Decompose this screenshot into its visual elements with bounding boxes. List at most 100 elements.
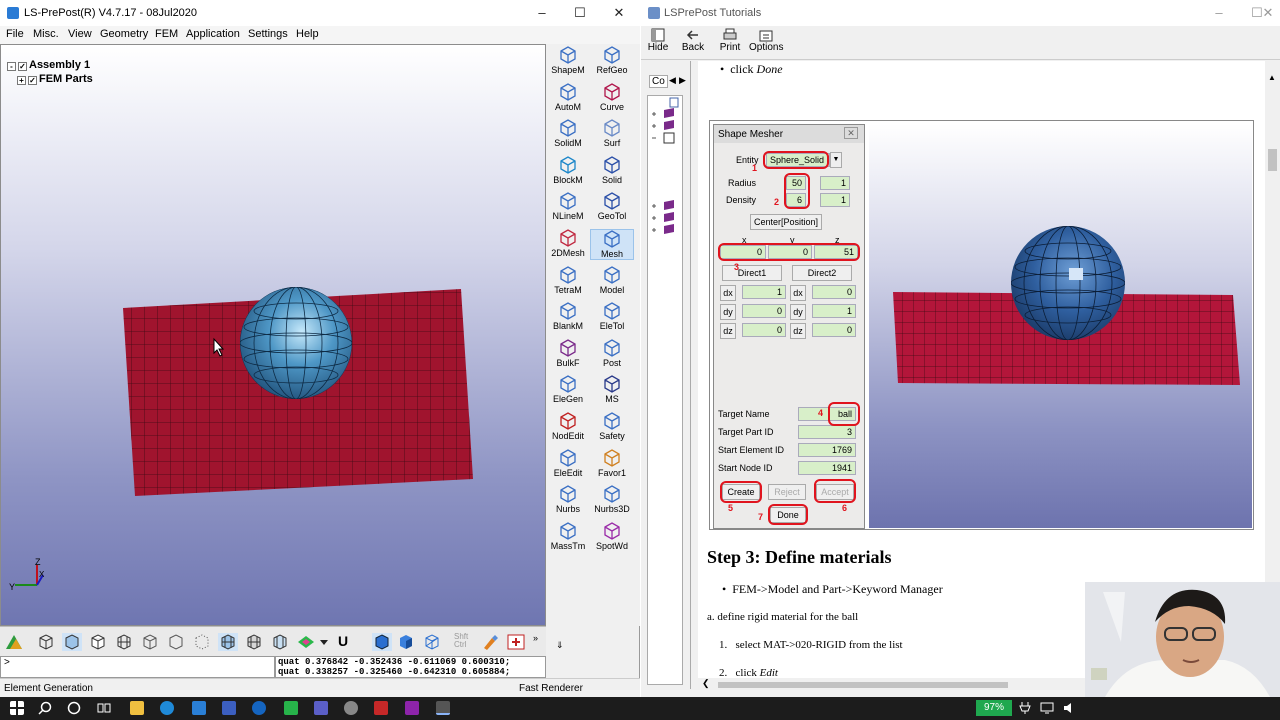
tool-eleedit-button[interactable]: EleEdit [546,448,590,478]
dy2-button[interactable]: dy [790,304,806,320]
tool-curve-button[interactable]: Curve [590,82,634,112]
battery-indicator[interactable]: 97% [976,700,1012,716]
tool-surf-button[interactable]: Surf [590,119,634,148]
dx2-button[interactable]: dx [790,285,806,301]
box-view-icon[interactable] [396,633,416,651]
tool-safety-button[interactable]: Safety [590,412,634,441]
tool-geotol-button[interactable]: GeoTol [590,192,634,221]
view-iso-icon[interactable] [4,633,24,651]
task-view-icon[interactable] [97,701,111,715]
video-app-icon[interactable] [405,701,419,715]
start-node-input[interactable]: 1941 [798,461,856,475]
volume-icon[interactable] [1062,701,1076,715]
tool-nodedit-button[interactable]: NodEdit [546,412,590,441]
ie-browser-icon[interactable] [252,701,266,715]
options-button[interactable]: Options [749,28,783,53]
menu-geometry[interactable]: Geometry [100,28,148,40]
tool-elegen-button[interactable]: EleGen [546,375,590,404]
tool-autom-button[interactable]: AutoM [546,82,590,112]
command-line-input[interactable]: > [0,656,275,678]
tool-tetram-button[interactable]: TetraM [546,265,590,295]
tool-ms-button[interactable]: MS [590,375,634,404]
tool-solid-button[interactable]: Solid [590,156,634,185]
tutorial-close-button[interactable]: ✕ [1258,4,1278,22]
density-increment-input[interactable]: 1 [820,193,850,207]
tool-post-button[interactable]: Post [590,339,634,368]
scroll-up-icon[interactable]: ▲ [1268,73,1276,82]
nav-left-arrow-icon[interactable]: ◀ [669,75,676,86]
start-windows-icon[interactable] [10,701,24,715]
tool-spotwd-button[interactable]: SpotWd [590,522,634,551]
tool-favor1-button[interactable]: Favor1 [590,448,634,478]
tool-eletol-button[interactable]: EleTol [590,302,634,331]
dot-cube-icon[interactable] [192,633,212,651]
dir1-dy-input[interactable]: 0 [742,304,786,318]
dz-button[interactable]: dz [720,323,736,339]
maximize-button[interactable]: ☐ [562,4,598,22]
dir1-dz-input[interactable]: 0 [742,323,786,337]
print-button[interactable]: Print [719,28,741,53]
dialog-close-icon[interactable]: ✕ [844,127,858,139]
tool-2dmesh-button[interactable]: 2DMesh [546,229,590,258]
brush-icon[interactable] [480,633,500,651]
hidden-line-icon[interactable] [88,633,108,651]
contents-tab[interactable]: Co [649,75,668,88]
store-icon[interactable] [222,701,236,715]
hide-button[interactable]: Hide [647,28,669,53]
menu-application[interactable]: Application [186,28,240,40]
menu-view[interactable]: View [68,28,92,40]
u-button[interactable]: U [338,633,358,651]
lsprepost-taskbar-icon[interactable] [436,701,450,715]
tool-model-button[interactable]: Model [590,265,634,295]
dx-button[interactable]: dx [720,285,736,301]
outline-cube-icon[interactable] [140,633,160,651]
wire-view-icon[interactable] [422,633,442,651]
pdf-reader-icon[interactable] [374,701,388,715]
cortana-icon[interactable] [67,701,81,715]
center-position-button[interactable]: Center[Position] [750,214,822,230]
menu-fem[interactable]: FEM [155,28,178,40]
direct2-button[interactable]: Direct2 [792,265,852,281]
start-element-input[interactable]: 1769 [798,443,856,457]
close-button[interactable]: ✕ [601,4,637,22]
scroll-thumb[interactable] [1268,149,1277,171]
app-icon[interactable] [344,701,358,715]
dropdown-arrow-icon[interactable] [318,633,330,651]
minimize-button[interactable]: – [524,4,560,22]
tool-mesh-button[interactable]: Mesh [590,229,634,260]
menu-settings[interactable]: Settings [248,28,288,40]
plug-icon[interactable] [1018,701,1032,715]
tool-nlinem-button[interactable]: NLineM [546,192,590,221]
elem-cube-icon[interactable] [244,633,264,651]
mesh-cube-icon[interactable] [114,633,134,651]
grid-cube-icon[interactable] [270,633,290,651]
search-icon[interactable] [38,701,52,715]
tool-panel-more-icon[interactable]: ⇓ [556,640,564,651]
line-app-icon[interactable] [284,701,298,715]
graphics-viewport[interactable]: - ✓ Assembly 1 + ✓ FEM Parts Z Y X [0,44,546,626]
menu-misc[interactable]: Misc. [33,28,59,40]
more-chevron-icon[interactable]: » [533,633,543,651]
direct1-button[interactable]: Direct1 [722,265,782,281]
tool-bulkf-button[interactable]: BulkF [546,339,590,368]
entity-dropdown-icon[interactable]: ▼ [830,152,842,168]
network-icon[interactable] [1040,701,1054,715]
target-part-input[interactable]: 3 [798,425,856,439]
hscroll-thumb[interactable] [718,682,1008,688]
tutorial-minimize-button[interactable]: – [1201,4,1237,22]
dir2-dx-input[interactable]: 0 [812,285,856,299]
dz2-button[interactable]: dz [790,323,806,339]
dir2-dz-input[interactable]: 0 [812,323,856,337]
shaded-cube-icon[interactable] [62,633,82,651]
tool-shapem-button[interactable]: ShapeM [546,46,590,75]
radius-increment-input[interactable]: 1 [820,176,850,190]
tool-blockm-button[interactable]: BlockM [546,156,590,185]
menu-file[interactable]: File [6,28,24,40]
teams-icon[interactable] [314,701,328,715]
add-window-icon[interactable] [506,633,526,651]
tool-solidm-button[interactable]: SolidM [546,119,590,148]
nav-right-arrow-icon[interactable]: ▶ [679,75,686,86]
file-explorer-icon[interactable] [130,701,144,715]
reject-button[interactable]: Reject [768,484,806,500]
dy-button[interactable]: dy [720,304,736,320]
